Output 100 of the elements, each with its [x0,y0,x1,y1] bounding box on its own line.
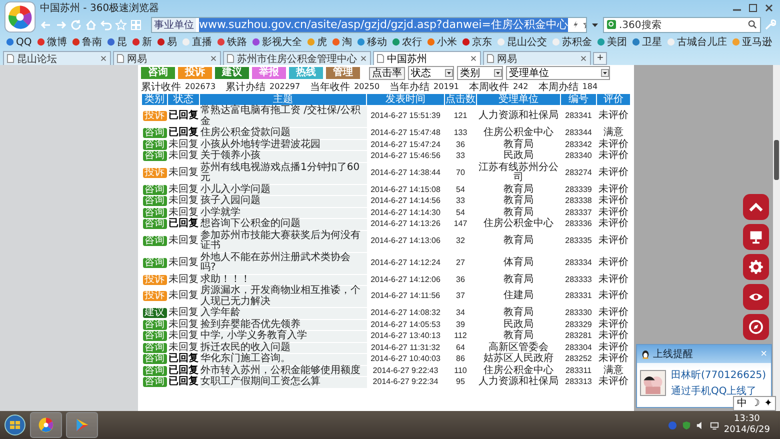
bookmark[interactable]: 淘 [332,35,352,49]
subject-link[interactable]: 捡到弃婴能否优先领养 [200,319,366,330]
category-button[interactable]: 建议 [215,67,249,79]
bookmark[interactable]: 昆山公交 [496,35,547,49]
table-cell: 2014-6-27 15:47:24 [366,139,444,150]
subject-link[interactable]: 房源漏水，开发商物业相互推诿，个人现已无力解决 [200,286,366,308]
table-cell: 283313 [560,376,596,388]
filter-dropdown[interactable]: 受理单位 [506,66,610,80]
clock-date[interactable]: 2014/6/29 [724,425,770,436]
table-cell: 2014-6-27 9:22:43 [366,365,444,376]
bookmark[interactable]: QQ [6,36,32,48]
bookmark[interactable]: 美团 [596,35,627,49]
bookmark[interactable]: 易 [156,35,177,49]
table-cell: 姑苏区人民政府 [476,354,560,365]
ime-button[interactable]: ✦ [764,398,772,408]
bookmark[interactable]: 直播 [182,35,212,49]
filter-dropdown[interactable]: 类别 [457,66,503,80]
address-tag: 事业单位 [152,18,196,32]
bookmark[interactable]: 小米 [426,35,457,49]
bookmark[interactable]: 虎 [306,35,327,49]
subject-link[interactable]: 华化东门施工咨询。 [200,354,366,365]
browser-tab[interactable]: 网易 [113,51,221,65]
browser-tab[interactable]: 中国苏州 [373,51,481,65]
table-cell: 未评价 [596,286,630,308]
table-cell: 110 [444,365,476,376]
contact-name[interactable]: 田林昕(770126625) [671,368,766,382]
stat-value: 202297 [270,82,300,91]
table-cell: 人力资源和社保局 [476,106,560,128]
stat-label: 本周收件 [469,80,509,94]
subject-link[interactable]: 常熟达富电脑有拖工资 /交社保/公积金 [200,106,366,128]
subject-link[interactable]: 苏州有线电视游戏点播1分钟扣了60元 [200,162,366,184]
bookmark[interactable]: 鲁南 [72,35,102,49]
subject-link[interactable]: 拆迁农民的收入问题 [200,342,366,354]
column-header[interactable]: 点击数 [444,94,476,106]
subject-link[interactable]: 参加苏州市技能大赛获奖后为何没有证书 [200,230,366,252]
bookmark[interactable]: 古城台儿庄 [666,35,727,49]
bookmark[interactable]: 新 [132,35,152,49]
table-cell: 体育局 [476,252,560,274]
table-cell: 教育局 [476,139,560,150]
subject-link[interactable]: 孩子入园问题 [200,196,366,207]
table-cell: 2014-6-27 13:40:13 [366,330,444,342]
bookmark[interactable]: 京东 [462,35,492,49]
subject-link[interactable]: 外市转入苏州，公积金能够使用额度 [200,365,366,376]
table-cell: 未评价 [596,376,630,388]
stat-value: 202673 [185,82,216,91]
subject-link[interactable]: 中学, 小学义务教育入学 [200,330,366,342]
column-header[interactable]: 状态 [168,94,200,106]
bookmark[interactable]: 昆 [106,35,127,49]
subject-link[interactable]: 求助！！！ [200,274,366,286]
subject-link[interactable]: 住房公积金贷款问题 [200,128,366,139]
clock-time[interactable]: 13:30 [734,414,760,425]
table-cell: 2014-6-27 14:05:53 [366,319,444,330]
browser-tab[interactable]: 苏州市住房公积金管理中心 [223,51,371,65]
column-header[interactable]: 发表时间 [366,94,444,106]
table-cell: 民政局 [476,319,560,330]
table-cell: 33 [444,150,476,162]
bookmark[interactable]: 铁路 [216,35,247,49]
filter-dropdown[interactable]: 状态 [408,66,454,80]
browser-tab[interactable]: 昆山论坛 [3,51,111,65]
subject-link[interactable]: 小学就学 [200,207,366,218]
table-cell: 147 [444,218,476,230]
address-bar[interactable]: 事业单位 www.suzhou.gov.cn/asite/asp/gzjd/gzjd.asp?danwei=住房公积金中心 [151,16,587,32]
bookmark[interactable]: 微博 [36,35,67,49]
subject-link[interactable]: 女职工产假期间工资怎么算 [200,376,366,388]
subject-link[interactable]: 关于领养小孩 [200,150,366,162]
table-cell: 未评价 [596,106,630,128]
browser-tab[interactable]: 网易 [483,51,591,65]
ime-button[interactable]: 中 [737,398,747,408]
bookmark[interactable]: 苏积金 [552,35,592,49]
stat-label: 本周办结 [538,80,578,94]
subject-link[interactable]: 外地人不能在苏州注册武术类协会吗? [200,252,366,274]
table-cell: 283342 [560,139,596,150]
column-header[interactable]: 主题 [200,94,366,106]
bookmark[interactable]: 影视大全 [252,35,302,49]
subject-link[interactable]: 想咨询下公积金的问题 [200,218,366,230]
table-cell: 283311 [560,365,596,376]
column-header[interactable]: 编号 [560,94,596,106]
bookmark[interactable]: 卫星 [632,35,662,49]
table-cell: 江苏有线苏州分公司 [476,162,560,184]
column-header[interactable]: 评价 [596,94,630,106]
table-cell: 未评价 [596,354,630,365]
category-button[interactable]: 咨询 [141,67,175,79]
category-button[interactable]: 管理 [326,67,360,79]
new-tab-button[interactable]: + [593,52,608,65]
stat-label: 累计收件 [141,80,181,94]
ime-button[interactable]: ☽ [751,398,760,408]
subject-link[interactable]: 小孩从外地转学进碧波花园 [200,139,366,150]
subject-link[interactable]: 入学年龄 [200,308,366,319]
table-cell: 未评价 [596,319,630,330]
table-cell: 2014-6-27 15:46:56 [366,150,444,162]
bookmark[interactable]: 农行 [392,35,422,49]
bookmark[interactable]: 亚马逊 [732,35,772,49]
sort-button[interactable]: 点击率 [369,66,405,80]
column-header[interactable]: 受理单位 [476,94,560,106]
bookmark[interactable]: 移动 [356,35,387,49]
search-field[interactable]: .360搜索 [603,16,761,32]
subject-link[interactable]: 小儿入小学问题 [200,184,366,196]
table-cell: 54 [444,207,476,218]
column-header[interactable]: 类别 [142,94,168,106]
table-cell: 133 [444,128,476,139]
